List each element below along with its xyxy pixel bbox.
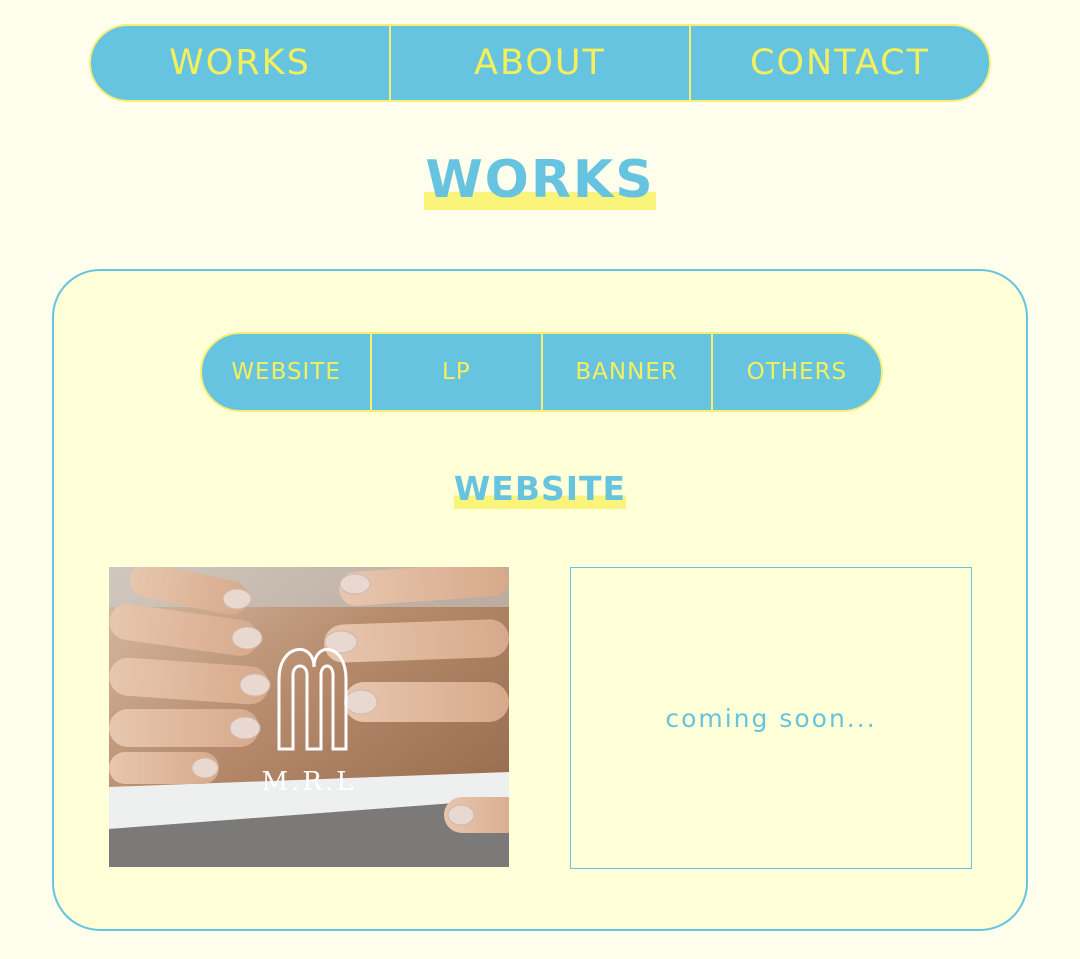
page: WORKS ABOUT CONTACT WORKS WEBSITE LP BAN… — [0, 0, 1080, 959]
nav-about[interactable]: ABOUT — [389, 26, 689, 100]
section-title-text: WEBSITE — [453, 469, 627, 509]
page-title: WORKS — [0, 150, 1080, 210]
filter-others[interactable]: OTHERS — [710, 334, 881, 410]
filter-website[interactable]: WEBSITE — [202, 334, 370, 410]
top-nav: WORKS ABOUT CONTACT — [89, 24, 991, 102]
coming-soon-card: coming soon... — [570, 567, 972, 869]
nav-contact[interactable]: CONTACT — [689, 26, 989, 100]
works-panel: WEBSITE LP BANNER OTHERS WEBSITE M.R.L c… — [52, 269, 1028, 931]
coming-soon-text: coming soon... — [665, 703, 877, 733]
nav-works[interactable]: WORKS — [91, 26, 389, 100]
section-title: WEBSITE — [54, 469, 1026, 509]
filter-lp[interactable]: LP — [370, 334, 540, 410]
work-card-mrl[interactable]: M.R.L — [109, 567, 509, 867]
nail-salon-photo — [109, 567, 509, 867]
category-filter: WEBSITE LP BANNER OTHERS — [200, 332, 883, 412]
brand-wordmark: M.R.L — [261, 767, 357, 797]
filter-banner[interactable]: BANNER — [540, 334, 711, 410]
page-title-text: WORKS — [424, 150, 656, 210]
